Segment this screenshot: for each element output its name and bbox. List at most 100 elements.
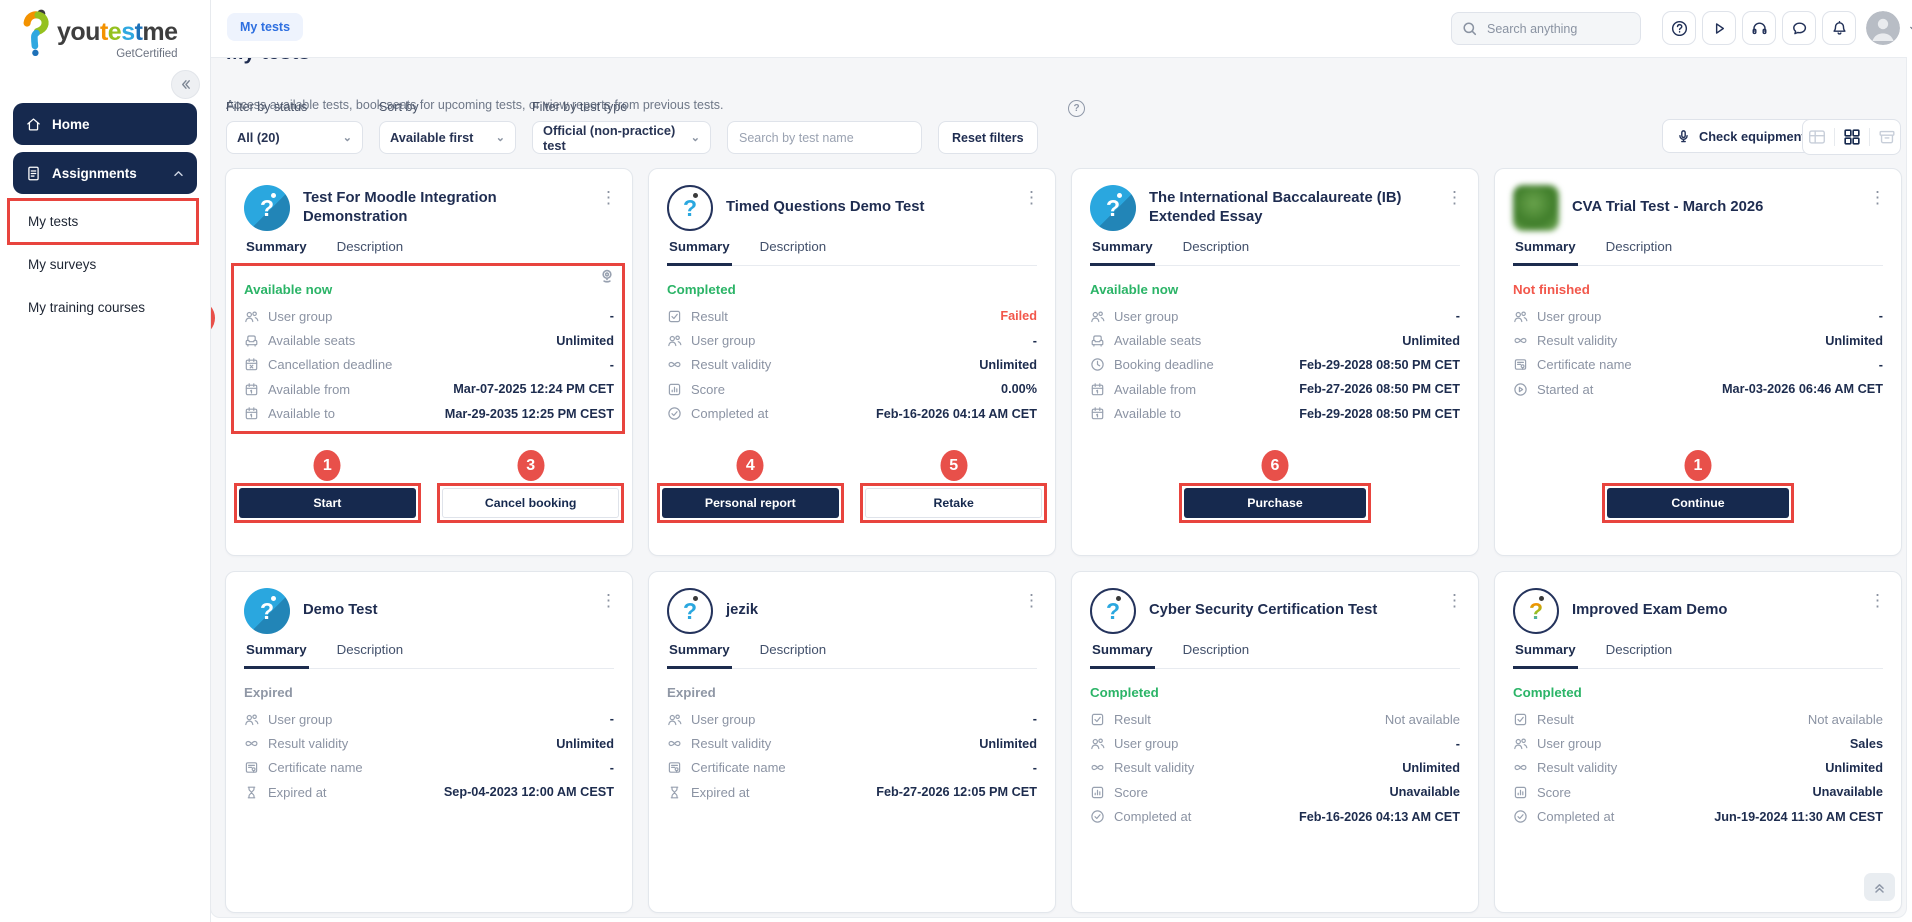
continue-button[interactable]: Continue xyxy=(1606,488,1790,518)
tab-description[interactable]: Description xyxy=(1604,638,1675,669)
sidebar-item-assignments[interactable]: Assignments xyxy=(13,152,197,194)
sidebar-item-my-tests[interactable]: My tests xyxy=(7,198,199,245)
field-label: Result validity xyxy=(1537,760,1618,776)
summary-fields: User group - Result validity Unlimited Certi… xyxy=(667,707,1037,805)
infinity-icon xyxy=(667,357,682,372)
topbar-bell-button[interactable] xyxy=(1822,11,1856,45)
tab-summary[interactable]: Summary xyxy=(244,235,309,266)
play-circle-icon xyxy=(1513,382,1528,397)
status-badge: Not finished xyxy=(1513,282,1590,297)
topbar-help-button[interactable] xyxy=(1662,11,1696,45)
filters-help-icon[interactable]: ? xyxy=(1068,100,1085,117)
chevron-down-icon xyxy=(1908,23,1912,34)
card-menu-button[interactable]: ⋮ xyxy=(1023,189,1041,206)
card-tabs: Summary Description xyxy=(667,235,1037,266)
summary-fields: Result Failed User group - Result validity Un… xyxy=(667,304,1037,426)
card-menu-button[interactable]: ⋮ xyxy=(1869,189,1887,206)
type-filter-select[interactable]: Official (non-practice) test ⌄ xyxy=(532,121,711,154)
sidebar-item-my-training-courses[interactable]: My training courses xyxy=(10,287,196,328)
tab-description[interactable]: Description xyxy=(1181,235,1252,266)
test-card-header: ? Improved Exam Demo xyxy=(1513,586,1883,636)
status-filter-select[interactable]: All (20) ⌄ xyxy=(226,121,363,154)
view-toggle-divider xyxy=(1833,128,1835,146)
tab-description[interactable]: Description xyxy=(758,235,829,266)
breadcrumb[interactable]: My tests xyxy=(227,13,304,41)
avatar[interactable] xyxy=(1866,11,1900,45)
global-search[interactable] xyxy=(1451,12,1641,45)
field-row: Started at Mar-03-2026 06:46 AM CET xyxy=(1513,377,1883,401)
tab-description[interactable]: Description xyxy=(1604,235,1675,266)
topbar-headset-button[interactable] xyxy=(1742,11,1776,45)
reset-filters-button[interactable]: Reset filters xyxy=(938,121,1038,154)
test-card: ? Test For Moodle Integration Demonstrati… xyxy=(211,168,633,556)
search-icon xyxy=(1462,21,1477,36)
cancel-booking-button[interactable]: Cancel booking xyxy=(442,488,619,518)
test-card: ? Improved Exam Demo ⋮ Summary Description Co… xyxy=(1494,571,1902,913)
test-title: Improved Exam Demo xyxy=(1572,602,1728,619)
field-value: Feb-29-2028 08:50 PM CET xyxy=(1299,357,1460,372)
field-value: Feb-27-2026 08:50 PM CET xyxy=(1299,382,1460,397)
tab-description[interactable]: Description xyxy=(335,235,406,266)
card-menu-button[interactable]: ⋮ xyxy=(1869,592,1887,609)
infinity-icon xyxy=(244,736,259,751)
status-badge: Completed xyxy=(1513,685,1582,700)
infinity-icon xyxy=(667,736,682,751)
chevron-down-icon: ⌄ xyxy=(690,132,700,144)
seats-icon xyxy=(244,333,259,348)
tab-description[interactable]: Description xyxy=(335,638,406,669)
field-label: Started at xyxy=(1537,381,1594,397)
retake-button[interactable]: Retake xyxy=(865,488,1042,518)
purchase-button[interactable]: Purchase xyxy=(1183,488,1367,518)
field-row: Completed at Jun-19-2024 11:30 AM CEST xyxy=(1513,805,1883,829)
topbar-play-button[interactable] xyxy=(1702,11,1736,45)
sort-filter-select[interactable]: Available first ⌄ xyxy=(379,121,516,154)
sidebar: youtestme GetCertified Home Assignments My… xyxy=(0,0,211,922)
annotation-number: 2 xyxy=(211,302,215,334)
tab-description[interactable]: Description xyxy=(1181,638,1252,669)
tab-summary[interactable]: Summary xyxy=(244,638,309,669)
field-value: Unlimited xyxy=(1825,760,1883,775)
field-row: Result Not available xyxy=(1513,707,1883,731)
personal-report-button[interactable]: Personal report xyxy=(662,488,839,518)
grid-view-icon[interactable] xyxy=(1842,127,1862,147)
card-view-icon[interactable] xyxy=(1877,127,1897,147)
test-card-header: ? Demo Test xyxy=(244,586,614,636)
sidebar-item-home[interactable]: Home xyxy=(13,103,197,145)
card-menu-button[interactable]: ⋮ xyxy=(1446,592,1464,609)
tab-summary[interactable]: Summary xyxy=(667,235,732,266)
start-button[interactable]: Start xyxy=(239,488,416,518)
tab-summary[interactable]: Summary xyxy=(1090,235,1155,266)
check-equipment-label: Check equipment xyxy=(1699,128,1806,144)
test-name-search-input[interactable] xyxy=(727,121,922,154)
card-menu-button[interactable]: ⋮ xyxy=(600,189,618,206)
tab-description[interactable]: Description xyxy=(758,638,829,669)
infinity-icon xyxy=(1090,760,1105,775)
score-icon xyxy=(1513,785,1528,800)
card-tabs: Summary Description xyxy=(244,638,614,669)
card-menu-button[interactable]: ⋮ xyxy=(1446,189,1464,206)
global-search-input[interactable] xyxy=(1485,20,1619,37)
topbar-chat-button[interactable] xyxy=(1782,11,1816,45)
table-view-icon[interactable] xyxy=(1807,127,1827,147)
sidebar-item-my-surveys[interactable]: My surveys xyxy=(10,244,196,285)
scroll-to-top-button[interactable] xyxy=(1864,873,1895,901)
tab-summary[interactable]: Summary xyxy=(1513,235,1578,266)
view-toggle-divider xyxy=(1868,128,1870,146)
home-icon xyxy=(25,116,42,133)
card-menu-button[interactable]: ⋮ xyxy=(1023,592,1041,609)
tab-summary[interactable]: Summary xyxy=(1090,638,1155,669)
sidebar-collapse-button[interactable] xyxy=(171,70,200,99)
check-equipment-button[interactable]: Check equipment xyxy=(1662,119,1820,153)
annotation-number: 6 xyxy=(1261,450,1289,481)
field-row: Certificate name - xyxy=(244,756,614,780)
tab-summary[interactable]: Summary xyxy=(667,638,732,669)
field-row: Certificate name - xyxy=(667,756,1037,780)
field-label: Score xyxy=(1537,784,1571,800)
selected-value: Available first xyxy=(390,130,474,145)
tab-summary[interactable]: Summary xyxy=(1513,638,1578,669)
card-menu-button[interactable]: ⋮ xyxy=(600,592,618,609)
field-value: - xyxy=(609,712,614,727)
field-value: Unavailable xyxy=(1812,785,1883,800)
field-label: Expired at xyxy=(691,784,750,800)
field-value: Failed xyxy=(1000,309,1037,324)
